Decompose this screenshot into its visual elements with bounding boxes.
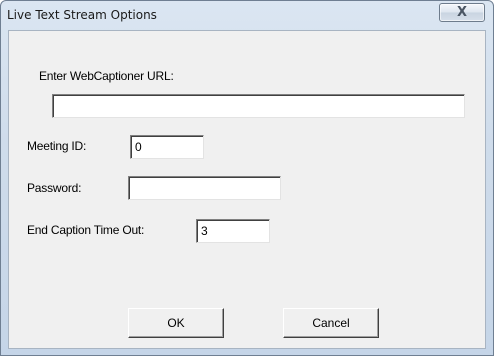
close-icon: X (456, 5, 468, 20)
password-label: Password: (27, 181, 82, 195)
url-label: Enter WebCaptioner URL: (39, 69, 174, 83)
window-title: Live Text Stream Options (7, 8, 157, 22)
timeout-input[interactable] (196, 219, 270, 243)
close-button[interactable]: X (439, 3, 485, 22)
ok-button[interactable]: OK (128, 308, 224, 338)
title-bar[interactable]: Live Text Stream Options X (1, 1, 493, 29)
dialog-body: Enter WebCaptioner URL: Meeting ID: Pass… (8, 30, 486, 349)
meeting-id-label: Meeting ID: (27, 139, 87, 153)
timeout-label: End Caption Time Out: (27, 223, 145, 237)
password-input[interactable] (128, 176, 281, 200)
cancel-button[interactable]: Cancel (283, 308, 379, 338)
dialog-window: Live Text Stream Options X Enter WebCapt… (0, 0, 494, 356)
url-input[interactable] (52, 94, 465, 118)
meeting-id-input[interactable] (130, 135, 204, 159)
